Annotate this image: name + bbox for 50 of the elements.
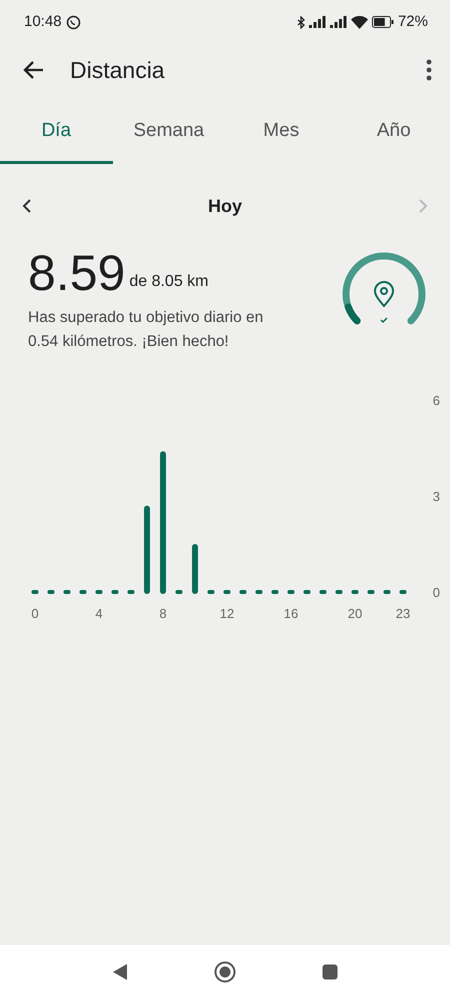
signal-icon [308,16,326,28]
battery-icon [372,16,394,28]
bar [208,590,214,594]
chevron-left-icon [22,198,32,214]
screen-title: Distancia [70,56,166,85]
triangle-back-icon [112,962,128,981]
tab[interactable]: Día [0,102,112,164]
bar [272,590,278,594]
goal-text: de 8.05 km [129,272,208,292]
tab[interactable]: Semana [112,102,225,164]
bar [352,590,358,594]
chevron-right-icon [418,198,428,214]
distance-value: 8.59 [28,248,126,298]
bar [112,590,118,594]
bar [384,590,390,594]
bar [176,590,182,594]
bar [288,590,294,594]
tab[interactable]: Año [338,102,450,164]
bar [336,590,342,594]
bar [192,544,198,594]
bar [32,590,38,594]
bar [224,590,230,594]
goal-message: Has superado tu objetivo diario en 0.54 kilómetros. ¡Bien hecho! [28,308,264,352]
bluetooth-icon [296,16,305,28]
location-pin-icon [374,281,394,307]
check-icon [380,317,388,324]
bar [240,590,246,594]
bar [64,590,70,594]
signal-icon [330,16,347,28]
tab[interactable]: Mes [225,102,338,164]
bar [128,590,134,594]
wifi-icon [350,16,368,28]
bar [400,590,406,594]
date-label: Hoy [208,194,242,218]
bar [368,590,374,594]
chat-icon [66,14,81,30]
bar [96,590,102,594]
status-time: 10:48 [24,12,62,32]
home-icon [214,960,236,983]
bar [320,590,326,594]
x-axis: 0 4 8 12 16 20 23 [31,606,410,622]
bar [304,590,310,594]
square-icon [322,964,338,980]
y-axis: 0 3 6 [432,393,440,600]
back-arrow-icon [22,60,44,80]
bar [48,590,54,594]
bar [80,590,86,594]
bar [256,590,262,594]
more-options-icon [426,58,432,81]
battery-level: 72% [398,12,428,32]
